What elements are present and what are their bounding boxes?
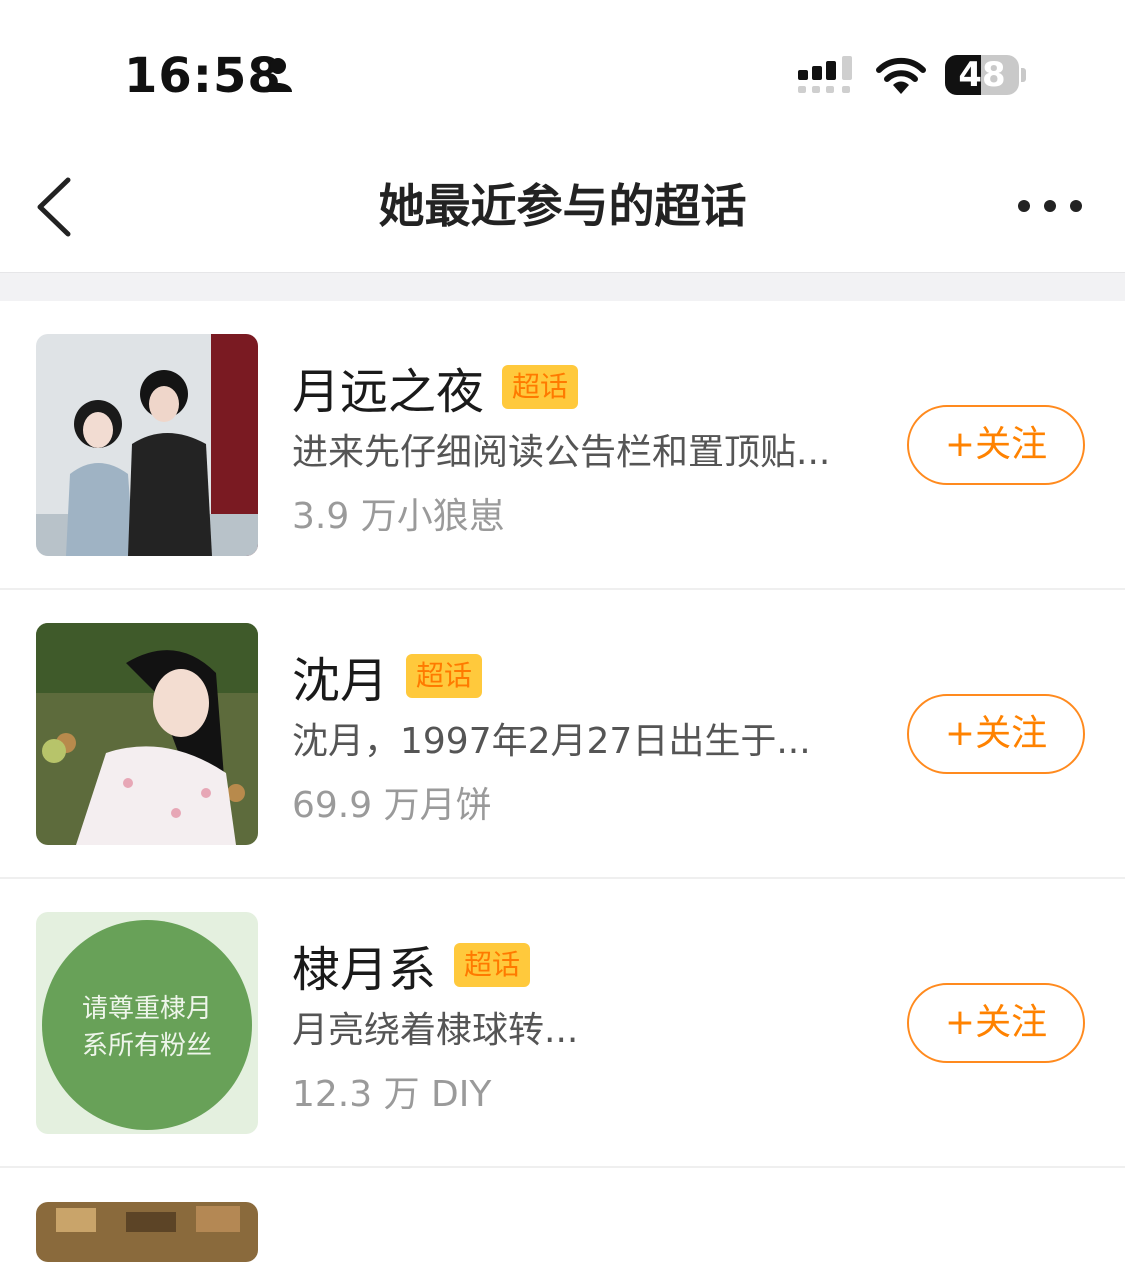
more-dots-icon[interactable]	[1012, 192, 1088, 220]
person-icon	[264, 58, 292, 92]
topic-item[interactable]	[0, 1168, 1125, 1262]
thumbnail-text-line-1: 请尊重棣月	[82, 994, 212, 1024]
follow-button[interactable]: +关注	[907, 983, 1085, 1063]
topic-fan-count: 69.9 万月饼	[292, 785, 492, 826]
topic-description: 月亮绕着棣球转...	[292, 1010, 579, 1051]
topic-description: 进来先仔细阅读公告栏和置顶贴...	[292, 432, 831, 473]
chevron-left-icon[interactable]	[34, 176, 74, 238]
super-topic-badge: 超话	[502, 365, 579, 409]
topic-item[interactable]: 请尊重棣月 系所有粉丝 棣月系 超话 月亮绕着棣球转... 12.3 万 DIY…	[0, 879, 1125, 1168]
status-time: 16:58	[124, 48, 282, 104]
status-bar: 16:58 48	[0, 0, 1125, 140]
topic-thumbnail	[36, 334, 258, 556]
wifi-icon	[876, 57, 926, 94]
topic-thumbnail	[36, 623, 258, 845]
topic-item[interactable]: 沈月 超话 沈月，1997年2月27日出生于... 69.9 万月饼 +关注	[0, 590, 1125, 879]
super-topic-badge: 超话	[454, 943, 531, 987]
topic-name: 沈月	[292, 653, 389, 709]
battery-indicator: 48	[945, 55, 1026, 95]
topic-fan-count: 3.9 万小狼崽	[292, 496, 505, 537]
topic-thumbnail: 请尊重棣月 系所有粉丝	[36, 912, 258, 1134]
nav-bar: 她最近参与的超话	[0, 140, 1125, 272]
follow-button[interactable]: +关注	[907, 694, 1085, 774]
topic-item[interactable]: 月远之夜 超话 进来先仔细阅读公告栏和置顶贴... 3.9 万小狼崽 +关注	[0, 301, 1125, 590]
thumbnail-text-line-2: 系所有粉丝	[82, 1031, 212, 1061]
battery-percentage: 48	[958, 55, 1006, 95]
super-topic-badge: 超话	[406, 654, 483, 698]
topic-thumbnail	[36, 1202, 258, 1262]
topic-list: 月远之夜 超话 进来先仔细阅读公告栏和置顶贴... 3.9 万小狼崽 +关注 沈…	[0, 301, 1125, 1262]
section-divider	[0, 272, 1125, 301]
topic-description: 沈月，1997年2月27日出生于...	[292, 721, 811, 762]
topic-name: 棣月系	[292, 942, 437, 998]
signal-icon	[798, 56, 852, 93]
topic-name: 月远之夜	[292, 364, 485, 420]
follow-button[interactable]: +关注	[907, 405, 1085, 485]
topic-fan-count: 12.3 万 DIY	[292, 1074, 492, 1115]
page-title: 她最近参与的超话	[378, 179, 747, 233]
